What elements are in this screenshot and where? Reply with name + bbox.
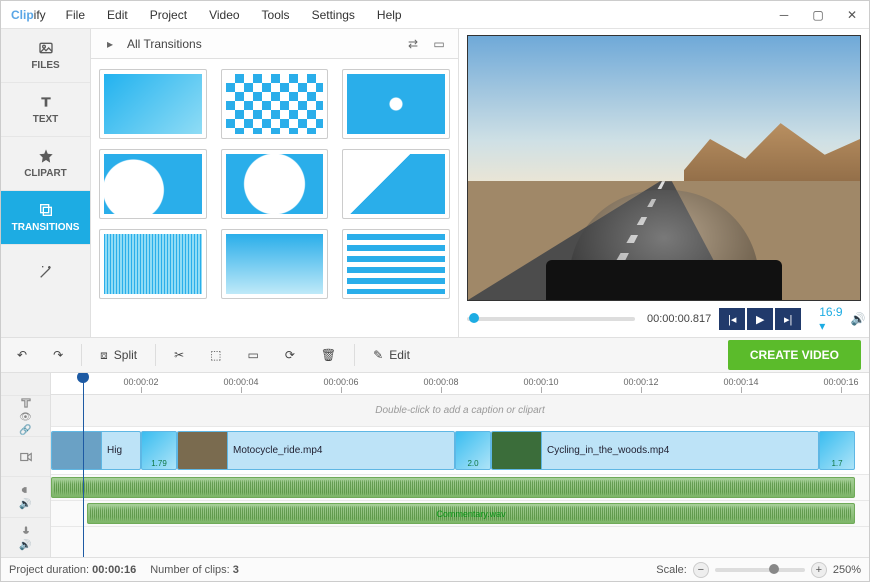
status-bar: Project duration: 00:00:16 Number of cli…	[1, 557, 869, 581]
layers-icon	[38, 202, 54, 218]
aspect-ratio-button[interactable]: 16:9 ▾	[819, 305, 842, 333]
menu-bar: Clipify File Edit Project Video Tools Se…	[1, 1, 869, 29]
caption-track-label[interactable]: 👁🔗	[1, 395, 50, 436]
timeline: 👁🔗 🔊 🔊 00:00:02 00:00:04 00:00:06 00:00:…	[1, 373, 869, 557]
cut-button[interactable]: ✂	[166, 342, 192, 368]
play-button[interactable]: ▶	[747, 308, 773, 330]
voice-track-label[interactable]: 🔊	[1, 517, 50, 557]
create-video-button[interactable]: CREATE VIDEO	[728, 340, 861, 370]
transition-thumb[interactable]	[221, 69, 329, 139]
transition-thumb[interactable]	[221, 229, 329, 299]
transitions-panel: ▸ All Transitions ⇄ ▭	[91, 29, 459, 337]
image-icon	[38, 40, 54, 56]
lock-icon[interactable]: 🔗	[19, 425, 31, 436]
transition-thumb[interactable]	[342, 69, 450, 139]
transition-clip[interactable]: 1.79	[141, 431, 177, 470]
preview-timecode: 00:00:00.817	[647, 313, 711, 325]
menus: File Edit Project Video Tools Settings H…	[56, 4, 412, 26]
sidebar-text[interactable]: TEXT	[1, 83, 90, 137]
sidebar-item-label: TRANSITIONS	[12, 222, 80, 233]
prev-frame-button[interactable]: |◂	[719, 308, 745, 330]
sidebar-files[interactable]: FILES	[1, 29, 90, 83]
menu-project[interactable]: Project	[140, 4, 197, 26]
zoom-in-button[interactable]: +	[811, 562, 827, 578]
timeline-toolbar: ↶ ↷ ⧈Split ✂ ⬚ ▭ ⟳ 🗑 ✎Edit CREATE VIDEO	[1, 337, 869, 373]
next-frame-button[interactable]: ▸|	[775, 308, 801, 330]
caption-track[interactable]: Double-click to add a caption or clipart	[51, 395, 869, 427]
transition-thumb[interactable]	[99, 149, 207, 219]
redo-button[interactable]: ↷	[45, 342, 71, 368]
delete-button[interactable]: 🗑	[313, 342, 344, 368]
wand-icon	[38, 264, 54, 280]
preview-panel: 00:00:00.817 |◂ ▶ ▸| 16:9 ▾ 🔊 📷	[459, 29, 869, 337]
app-brand: Clipify	[1, 8, 56, 22]
transition-clip[interactable]: 2.0	[455, 431, 491, 470]
undo-button[interactable]: ↶	[9, 342, 35, 368]
grid-view-icon[interactable]: ▭	[430, 35, 448, 53]
shuffle-icon[interactable]: ⇄	[404, 35, 422, 53]
sidebar-item-label: TEXT	[33, 114, 59, 125]
video-track[interactable]: Hig1.79Motocycle_ride.mp42.0Cycling_in_t…	[51, 427, 869, 475]
menu-file[interactable]: File	[56, 4, 95, 26]
sidebar: FILES TEXT CLIPART TRANSITIONS	[1, 29, 91, 337]
menu-help[interactable]: Help	[367, 4, 412, 26]
rotate-button[interactable]: ⟳	[277, 342, 303, 368]
split-button[interactable]: ⧈Split	[92, 342, 145, 368]
zoom-out-button[interactable]: −	[693, 562, 709, 578]
transition-thumb[interactable]	[99, 229, 207, 299]
play-slides-icon[interactable]: ▸	[101, 35, 119, 53]
audio-clip[interactable]	[51, 477, 855, 498]
zoom-slider[interactable]	[715, 568, 805, 572]
transition-thumb[interactable]	[342, 149, 450, 219]
transition-clip[interactable]: 1.7	[819, 431, 855, 470]
transition-thumb[interactable]	[342, 229, 450, 299]
transition-thumb[interactable]	[221, 149, 329, 219]
crop-button[interactable]: ⬚	[202, 342, 229, 368]
transition-thumb[interactable]	[99, 69, 207, 139]
gallery-title: All Transitions	[127, 37, 202, 51]
zoom-value: 250%	[833, 564, 861, 576]
volume-icon[interactable]: 🔊	[851, 312, 866, 326]
sidebar-clipart[interactable]: CLIPART	[1, 137, 90, 191]
clip-count: Number of clips: 3	[150, 564, 239, 576]
time-ruler[interactable]: 00:00:02 00:00:04 00:00:06 00:00:08 00:0…	[51, 373, 869, 395]
maximize-button[interactable]: ▢	[801, 1, 835, 29]
video-track-label[interactable]	[1, 436, 50, 476]
frame-button[interactable]: ▭	[240, 342, 267, 368]
star-icon	[38, 148, 54, 164]
edit-button[interactable]: ✎Edit	[365, 342, 418, 368]
audio-track-2[interactable]: Commentary.wav	[51, 501, 869, 527]
audio-clip[interactable]: Commentary.wav	[87, 503, 855, 524]
sidebar-effects[interactable]	[1, 245, 90, 299]
video-clip[interactable]: Cycling_in_the_woods.mp4	[491, 431, 819, 470]
text-icon	[38, 94, 54, 110]
menu-video[interactable]: Video	[199, 4, 249, 26]
tracks-area[interactable]: 00:00:02 00:00:04 00:00:06 00:00:08 00:0…	[51, 373, 869, 557]
video-clip[interactable]: Motocycle_ride.mp4	[177, 431, 455, 470]
video-clip[interactable]: Hig	[51, 431, 141, 470]
preview-seek-slider[interactable]	[467, 317, 635, 321]
visibility-icon[interactable]: 👁	[19, 412, 32, 423]
menu-settings[interactable]: Settings	[302, 4, 365, 26]
playhead[interactable]	[83, 373, 84, 557]
audio-track-label[interactable]: 🔊	[1, 476, 50, 516]
sidebar-item-label: FILES	[31, 60, 59, 71]
menu-edit[interactable]: Edit	[97, 4, 138, 26]
audio-track-1[interactable]	[51, 475, 869, 501]
sidebar-transitions[interactable]: TRANSITIONS	[1, 191, 90, 245]
zoom-control: Scale: − + 250%	[656, 562, 861, 578]
sidebar-item-label: CLIPART	[24, 168, 67, 179]
menu-tools[interactable]: Tools	[252, 4, 300, 26]
project-duration: Project duration: 00:00:16	[9, 564, 136, 576]
preview-viewport[interactable]	[467, 35, 861, 301]
close-button[interactable]: ✕	[835, 1, 869, 29]
minimize-button[interactable]: ─	[767, 1, 801, 29]
